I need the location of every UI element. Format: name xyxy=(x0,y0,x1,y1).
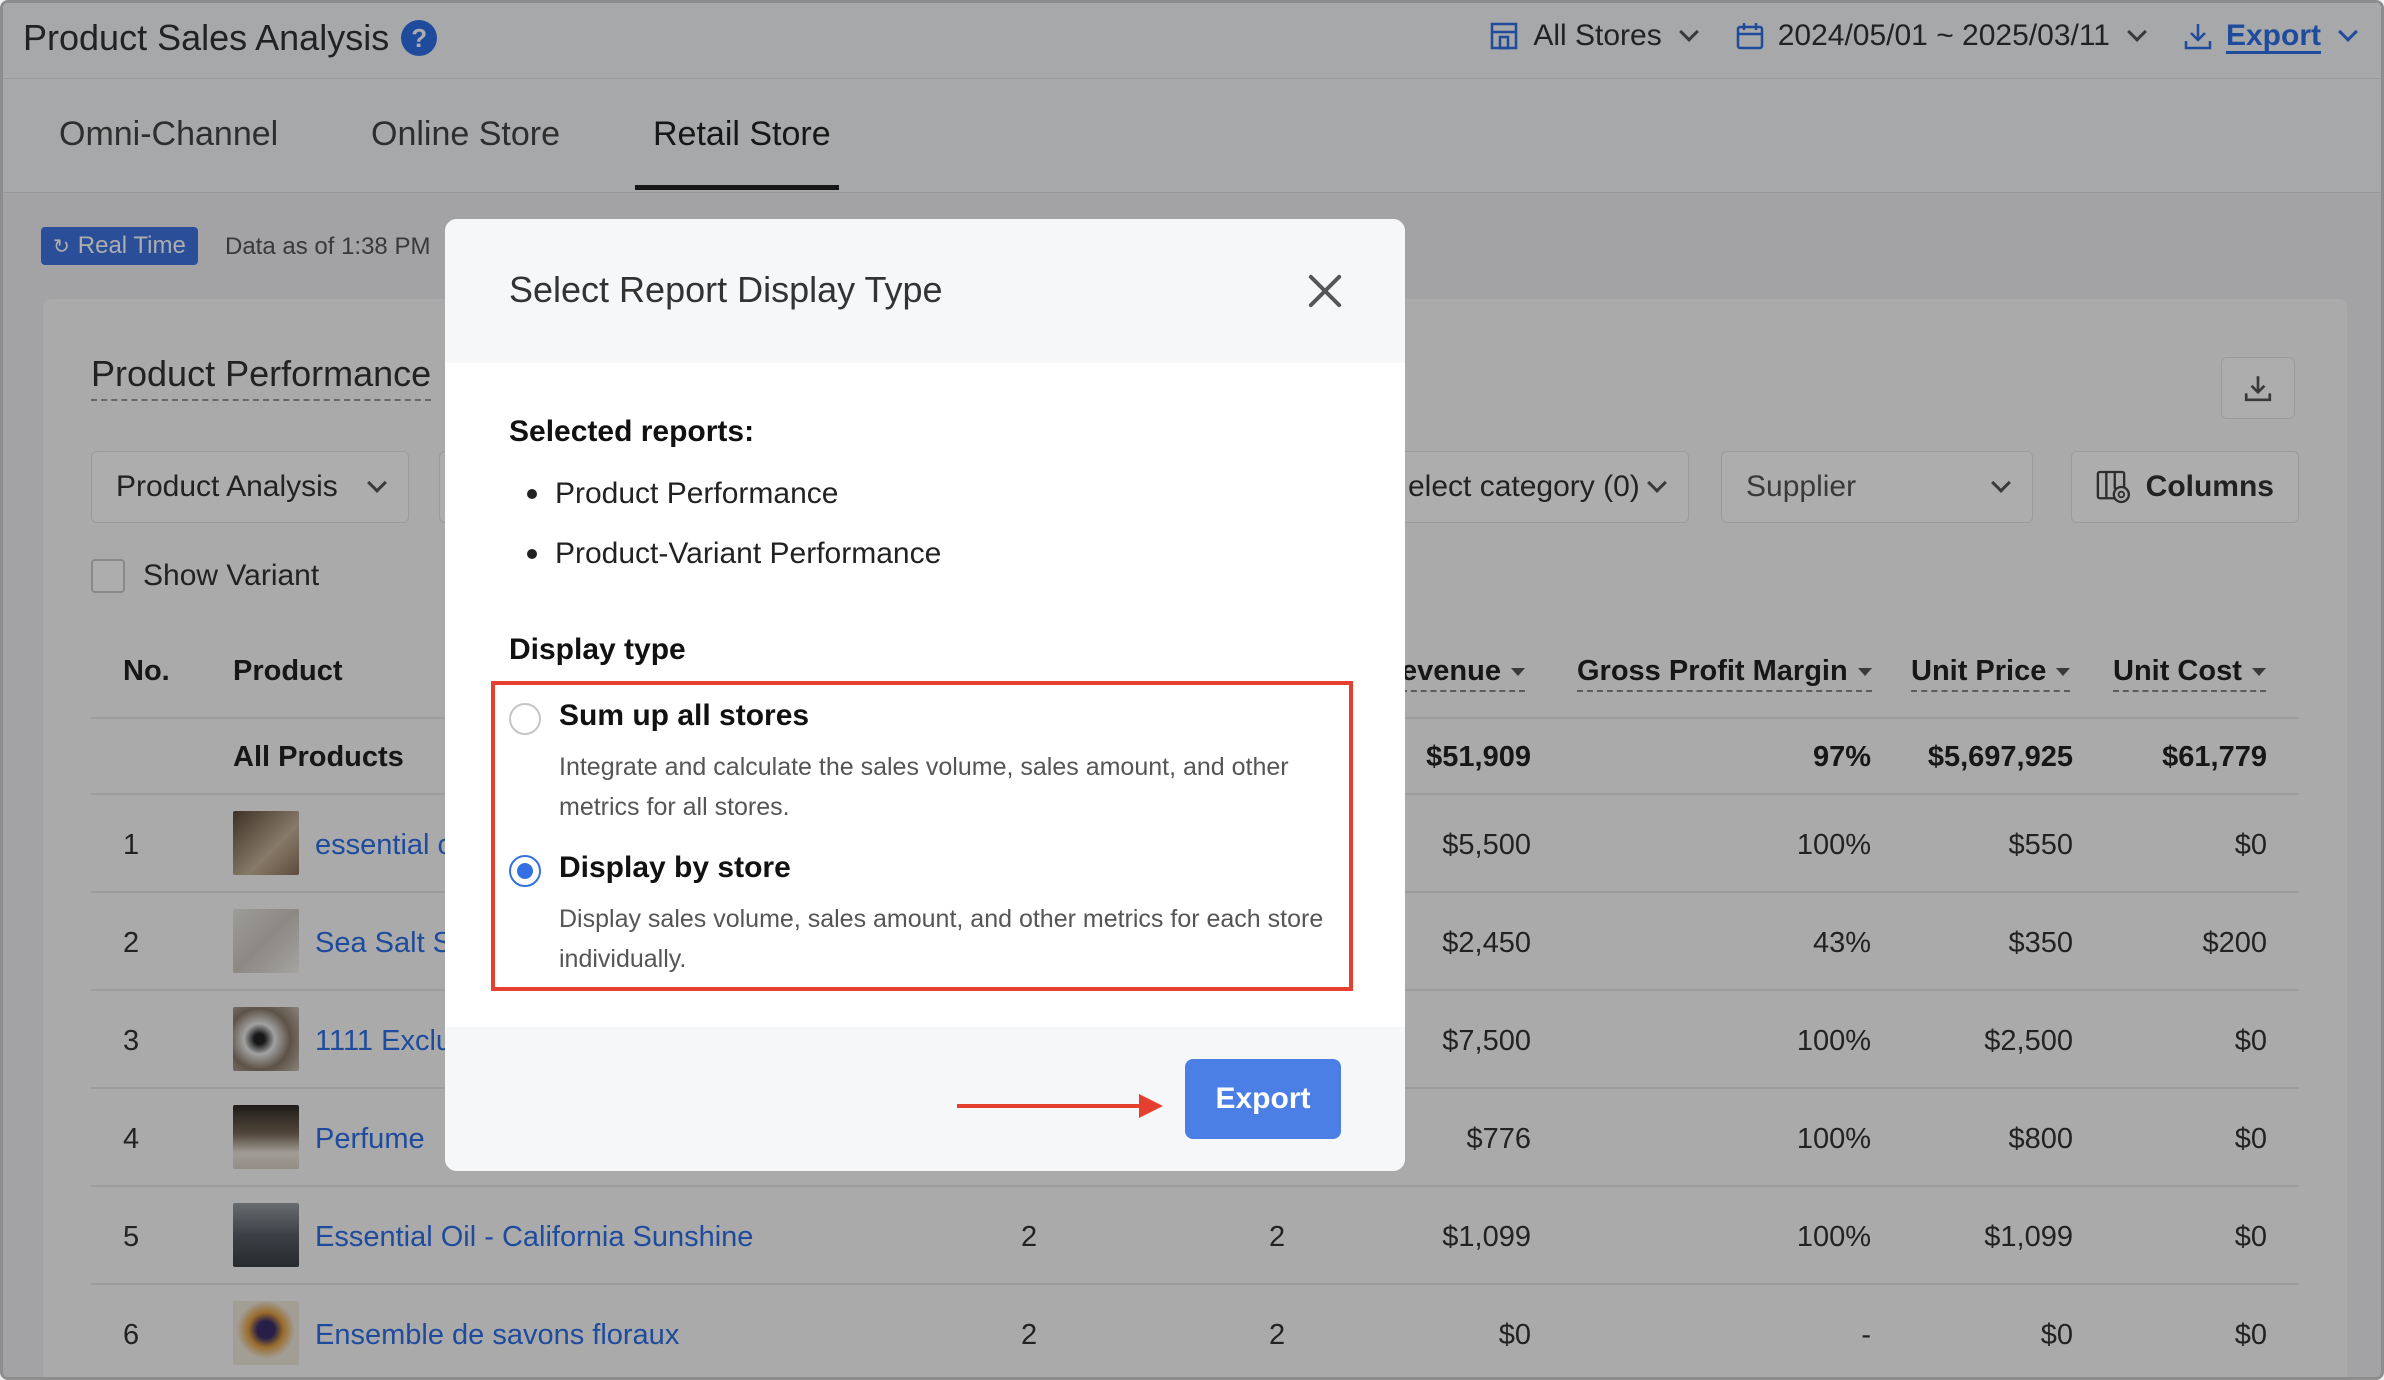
dialog-title: Select Report Display Type xyxy=(509,269,943,310)
option-description: Integrate and calculate the sales volume… xyxy=(559,753,1289,821)
option-description: Display sales volume, sales amount, and … xyxy=(559,905,1324,973)
annotation-arrow-icon xyxy=(957,1094,1163,1118)
export-button[interactable]: Export xyxy=(1185,1059,1341,1139)
display-type-label: Display type xyxy=(509,633,686,666)
close-icon[interactable] xyxy=(1301,267,1349,315)
app-window: Product Sales Analysis ? All Stores 2024… xyxy=(0,0,2384,1380)
bullet-icon xyxy=(527,489,537,499)
radio-sum-up-all-stores[interactable] xyxy=(509,703,541,735)
list-item: Product-Variant Performance xyxy=(527,537,941,571)
selected-reports-label: Selected reports: xyxy=(509,415,755,448)
list-item: Product Performance xyxy=(527,477,838,511)
option-title[interactable]: Sum up all stores xyxy=(559,699,809,733)
dialog-header: Select Report Display Type xyxy=(445,219,1405,363)
bullet-icon xyxy=(527,549,537,559)
report-display-type-dialog: Select Report Display Type Selected repo… xyxy=(445,219,1405,1171)
radio-display-by-store[interactable] xyxy=(509,855,541,887)
report-name: Product-Variant Performance xyxy=(555,537,942,570)
report-name: Product Performance xyxy=(555,477,839,510)
option-title[interactable]: Display by store xyxy=(559,851,791,885)
